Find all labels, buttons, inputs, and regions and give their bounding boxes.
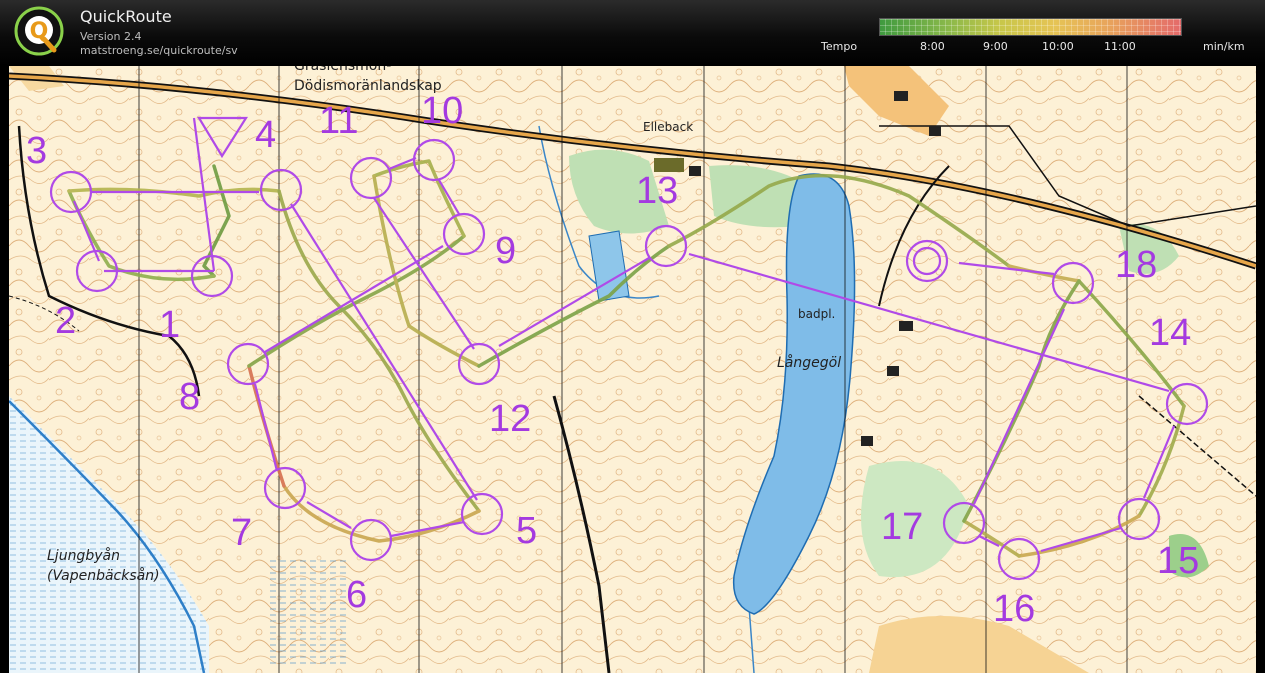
building — [861, 436, 873, 446]
tempo-label: Tempo — [821, 40, 858, 53]
quickroute-logo-icon: Q — [14, 6, 64, 56]
control-number-16: 16 — [993, 588, 1036, 630]
right-frame — [1256, 66, 1265, 673]
bath-label: badpl. — [798, 307, 836, 321]
building — [887, 366, 899, 376]
building — [899, 321, 913, 331]
app-title: QuickRoute — [80, 7, 172, 26]
tempo-tick: 8:00 — [920, 40, 945, 53]
control-number-18: 18 — [1115, 244, 1158, 286]
orienteering-map[interactable]: Gräsiensmon- Dödismoränlandskap Elleback… — [9, 66, 1256, 673]
control-number-3: 3 — [26, 130, 48, 172]
control-number-12: 12 — [489, 398, 532, 440]
control-number-15: 15 — [1157, 540, 1200, 582]
area-name-label: Dödismoränlandskap — [294, 78, 442, 94]
tempo-unit: min/km — [1203, 40, 1245, 53]
control-number-7: 7 — [231, 512, 253, 554]
tempo-tick: 10:00 — [1042, 40, 1074, 53]
control-number-6: 6 — [346, 574, 368, 616]
tempo-color-scale — [879, 18, 1182, 36]
area-name-label: Gräsiensmon- — [294, 66, 392, 74]
app-url[interactable]: matstroeng.se/quickroute/sv — [80, 44, 238, 57]
left-frame — [0, 66, 9, 673]
control-number-11: 11 — [319, 100, 359, 142]
building — [929, 126, 941, 136]
building — [894, 91, 908, 101]
control-number-8: 8 — [179, 376, 201, 418]
control-number-1: 1 — [159, 304, 181, 346]
control-number-9: 9 — [495, 230, 517, 272]
river-label: (Vapenbäcksån) — [47, 568, 160, 584]
marsh-texture — [269, 556, 349, 666]
app-header: Q QuickRoute Version 2.4 matstroeng.se/q… — [0, 0, 1265, 66]
control-number-4: 4 — [255, 114, 277, 156]
map-canvas[interactable] — [9, 66, 1256, 673]
control-number-10: 10 — [421, 90, 464, 132]
tempo-tick: 9:00 — [983, 40, 1008, 53]
control-number-2: 2 — [55, 300, 77, 342]
app-version: Version 2.4 — [80, 30, 142, 43]
control-number-5: 5 — [516, 510, 538, 552]
control-number-17: 17 — [881, 506, 924, 548]
river-label: Ljungbyån — [47, 548, 120, 564]
control-number-13: 13 — [636, 170, 679, 212]
building — [689, 166, 701, 176]
tempo-tick: 11:00 — [1104, 40, 1136, 53]
control-number-14: 14 — [1149, 312, 1192, 354]
lake-label: Långegöl — [777, 355, 842, 371]
village-label: Elleback — [643, 120, 694, 134]
